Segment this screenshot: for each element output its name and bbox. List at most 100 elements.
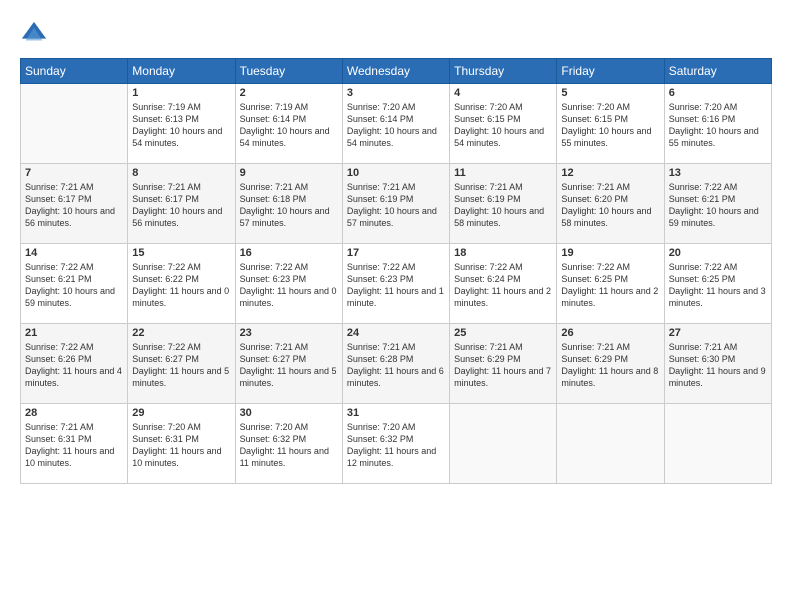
cell-details: Sunrise: 7:22 AMSunset: 6:24 PMDaylight:… xyxy=(454,261,552,310)
cell-details: Sunrise: 7:22 AMSunset: 6:23 PMDaylight:… xyxy=(240,261,338,310)
cell-details: Sunrise: 7:20 AMSunset: 6:32 PMDaylight:… xyxy=(347,421,445,470)
calendar-cell: 11Sunrise: 7:21 AMSunset: 6:19 PMDayligh… xyxy=(450,164,557,244)
calendar-cell: 14Sunrise: 7:22 AMSunset: 6:21 PMDayligh… xyxy=(21,244,128,324)
weekday-header: Sunday xyxy=(21,59,128,84)
calendar-cell: 30 Sunrise: 7:20 AMSunset: 6:32 PMDayligh… xyxy=(235,404,342,484)
day-number: 22 xyxy=(132,327,230,339)
cell-details: Sunrise: 7:21 AMSunset: 6:17 PMDaylight:… xyxy=(25,181,123,230)
calendar-week-row: 1 Sunrise: 7:19 AMSunset: 6:13 PMDaylight… xyxy=(21,84,772,164)
calendar-cell: 10 Sunrise: 7:21 AMSunset: 6:19 PMDayligh… xyxy=(342,164,449,244)
calendar-cell: 28 Sunrise: 7:21 AMSunset: 6:31 PMDayligh… xyxy=(21,404,128,484)
weekday-header: Saturday xyxy=(664,59,771,84)
cell-details: Sunrise: 7:19 AMSunset: 6:13 PMDaylight:… xyxy=(132,101,230,150)
day-number: 3 xyxy=(347,87,445,99)
calendar-cell: 2 Sunrise: 7:19 AMSunset: 6:14 PMDaylight… xyxy=(235,84,342,164)
day-number: 5 xyxy=(561,87,659,99)
cell-details: Sunrise: 7:22 AMSunset: 6:26 PMDaylight:… xyxy=(25,341,123,390)
day-number: 13 xyxy=(669,167,767,179)
day-number: 24 xyxy=(347,327,445,339)
cell-details: Sunrise: 7:22 AMSunset: 6:21 PMDaylight:… xyxy=(25,261,123,310)
cell-details: Sunrise: 7:20 AMSunset: 6:32 PMDaylight:… xyxy=(240,421,338,470)
day-number: 17 xyxy=(347,247,445,259)
calendar-cell xyxy=(664,404,771,484)
day-number: 26 xyxy=(561,327,659,339)
cell-details: Sunrise: 7:20 AMSunset: 6:15 PMDaylight:… xyxy=(561,101,659,150)
calendar-week-row: 21 Sunrise: 7:22 AMSunset: 6:26 PMDayligh… xyxy=(21,324,772,404)
day-number: 15 xyxy=(132,247,230,259)
calendar-cell xyxy=(557,404,664,484)
calendar-cell: 12 Sunrise: 7:21 AMSunset: 6:20 PMDayligh… xyxy=(557,164,664,244)
cell-details: Sunrise: 7:20 AMSunset: 6:15 PMDaylight:… xyxy=(454,101,552,150)
day-number: 25 xyxy=(454,327,552,339)
header xyxy=(20,18,772,48)
calendar-cell: 13 Sunrise: 7:22 AMSunset: 6:21 PMDayligh… xyxy=(664,164,771,244)
cell-details: Sunrise: 7:22 AMSunset: 6:27 PMDaylight:… xyxy=(132,341,230,390)
day-number: 10 xyxy=(347,167,445,179)
calendar-cell: 17 Sunrise: 7:22 AMSunset: 6:23 PMDayligh… xyxy=(342,244,449,324)
day-number: 23 xyxy=(240,327,338,339)
calendar-week-row: 14Sunrise: 7:22 AMSunset: 6:21 PMDayligh… xyxy=(21,244,772,324)
weekday-header: Tuesday xyxy=(235,59,342,84)
cell-details: Sunrise: 7:21 AMSunset: 6:29 PMDaylight:… xyxy=(454,341,552,390)
cell-details: Sunrise: 7:21 AMSunset: 6:27 PMDaylight:… xyxy=(240,341,338,390)
calendar-week-row: 28 Sunrise: 7:21 AMSunset: 6:31 PMDayligh… xyxy=(21,404,772,484)
day-number: 30 xyxy=(240,407,338,419)
cell-details: Sunrise: 7:21 AMSunset: 6:20 PMDaylight:… xyxy=(561,181,659,230)
cell-details: Sunrise: 7:21 AMSunset: 6:29 PMDaylight:… xyxy=(561,341,659,390)
calendar-cell: 24 Sunrise: 7:21 AMSunset: 6:28 PMDayligh… xyxy=(342,324,449,404)
day-number: 2 xyxy=(240,87,338,99)
cell-details: Sunrise: 7:21 AMSunset: 6:31 PMDaylight:… xyxy=(25,421,123,470)
day-number: 6 xyxy=(669,87,767,99)
day-number: 1 xyxy=(132,87,230,99)
logo-icon xyxy=(20,20,48,48)
calendar-cell: 15 Sunrise: 7:22 AMSunset: 6:22 PMDayligh… xyxy=(128,244,235,324)
day-number: 28 xyxy=(25,407,123,419)
day-number: 4 xyxy=(454,87,552,99)
calendar-table: SundayMondayTuesdayWednesdayThursdayFrid… xyxy=(20,58,772,484)
calendar-cell: 1 Sunrise: 7:19 AMSunset: 6:13 PMDaylight… xyxy=(128,84,235,164)
calendar-cell: 22 Sunrise: 7:22 AMSunset: 6:27 PMDayligh… xyxy=(128,324,235,404)
cell-details: Sunrise: 7:20 AMSunset: 6:31 PMDaylight:… xyxy=(132,421,230,470)
calendar-cell xyxy=(450,404,557,484)
cell-details: Sunrise: 7:21 AMSunset: 6:28 PMDaylight:… xyxy=(347,341,445,390)
cell-details: Sunrise: 7:21 AMSunset: 6:18 PMDaylight:… xyxy=(240,181,338,230)
weekday-header: Wednesday xyxy=(342,59,449,84)
header-row: SundayMondayTuesdayWednesdayThursdayFrid… xyxy=(21,59,772,84)
day-number: 19 xyxy=(561,247,659,259)
cell-details: Sunrise: 7:20 AMSunset: 6:14 PMDaylight:… xyxy=(347,101,445,150)
calendar-cell: 3 Sunrise: 7:20 AMSunset: 6:14 PMDaylight… xyxy=(342,84,449,164)
cell-details: Sunrise: 7:22 AMSunset: 6:23 PMDaylight:… xyxy=(347,261,445,310)
day-number: 18 xyxy=(454,247,552,259)
logo xyxy=(20,18,52,48)
calendar-cell: 4 Sunrise: 7:20 AMSunset: 6:15 PMDaylight… xyxy=(450,84,557,164)
cell-details: Sunrise: 7:21 AMSunset: 6:19 PMDaylight:… xyxy=(347,181,445,230)
day-number: 21 xyxy=(25,327,123,339)
calendar-cell: 25 Sunrise: 7:21 AMSunset: 6:29 PMDayligh… xyxy=(450,324,557,404)
calendar-cell: 23 Sunrise: 7:21 AMSunset: 6:27 PMDayligh… xyxy=(235,324,342,404)
calendar-cell: 7 Sunrise: 7:21 AMSunset: 6:17 PMDaylight… xyxy=(21,164,128,244)
cell-details: Sunrise: 7:21 AMSunset: 6:19 PMDaylight:… xyxy=(454,181,552,230)
weekday-header: Monday xyxy=(128,59,235,84)
cell-details: Sunrise: 7:22 AMSunset: 6:22 PMDaylight:… xyxy=(132,261,230,310)
day-number: 27 xyxy=(669,327,767,339)
calendar-cell: 6 Sunrise: 7:20 AMSunset: 6:16 PMDaylight… xyxy=(664,84,771,164)
calendar-cell xyxy=(21,84,128,164)
calendar-cell: 5 Sunrise: 7:20 AMSunset: 6:15 PMDaylight… xyxy=(557,84,664,164)
cell-details: Sunrise: 7:20 AMSunset: 6:16 PMDaylight:… xyxy=(669,101,767,150)
calendar-cell: 31 Sunrise: 7:20 AMSunset: 6:32 PMDayligh… xyxy=(342,404,449,484)
day-number: 20 xyxy=(669,247,767,259)
day-number: 7 xyxy=(25,167,123,179)
cell-details: Sunrise: 7:22 AMSunset: 6:25 PMDaylight:… xyxy=(669,261,767,310)
day-number: 12 xyxy=(561,167,659,179)
day-number: 31 xyxy=(347,407,445,419)
calendar-cell: 21 Sunrise: 7:22 AMSunset: 6:26 PMDayligh… xyxy=(21,324,128,404)
calendar-cell: 18 Sunrise: 7:22 AMSunset: 6:24 PMDayligh… xyxy=(450,244,557,324)
day-number: 29 xyxy=(132,407,230,419)
cell-details: Sunrise: 7:22 AMSunset: 6:21 PMDaylight:… xyxy=(669,181,767,230)
calendar-cell: 20 Sunrise: 7:22 AMSunset: 6:25 PMDayligh… xyxy=(664,244,771,324)
cell-details: Sunrise: 7:19 AMSunset: 6:14 PMDaylight:… xyxy=(240,101,338,150)
cell-details: Sunrise: 7:21 AMSunset: 6:17 PMDaylight:… xyxy=(132,181,230,230)
calendar-cell: 27Sunrise: 7:21 AMSunset: 6:30 PMDayligh… xyxy=(664,324,771,404)
day-number: 16 xyxy=(240,247,338,259)
calendar-cell: 9Sunrise: 7:21 AMSunset: 6:18 PMDaylight… xyxy=(235,164,342,244)
